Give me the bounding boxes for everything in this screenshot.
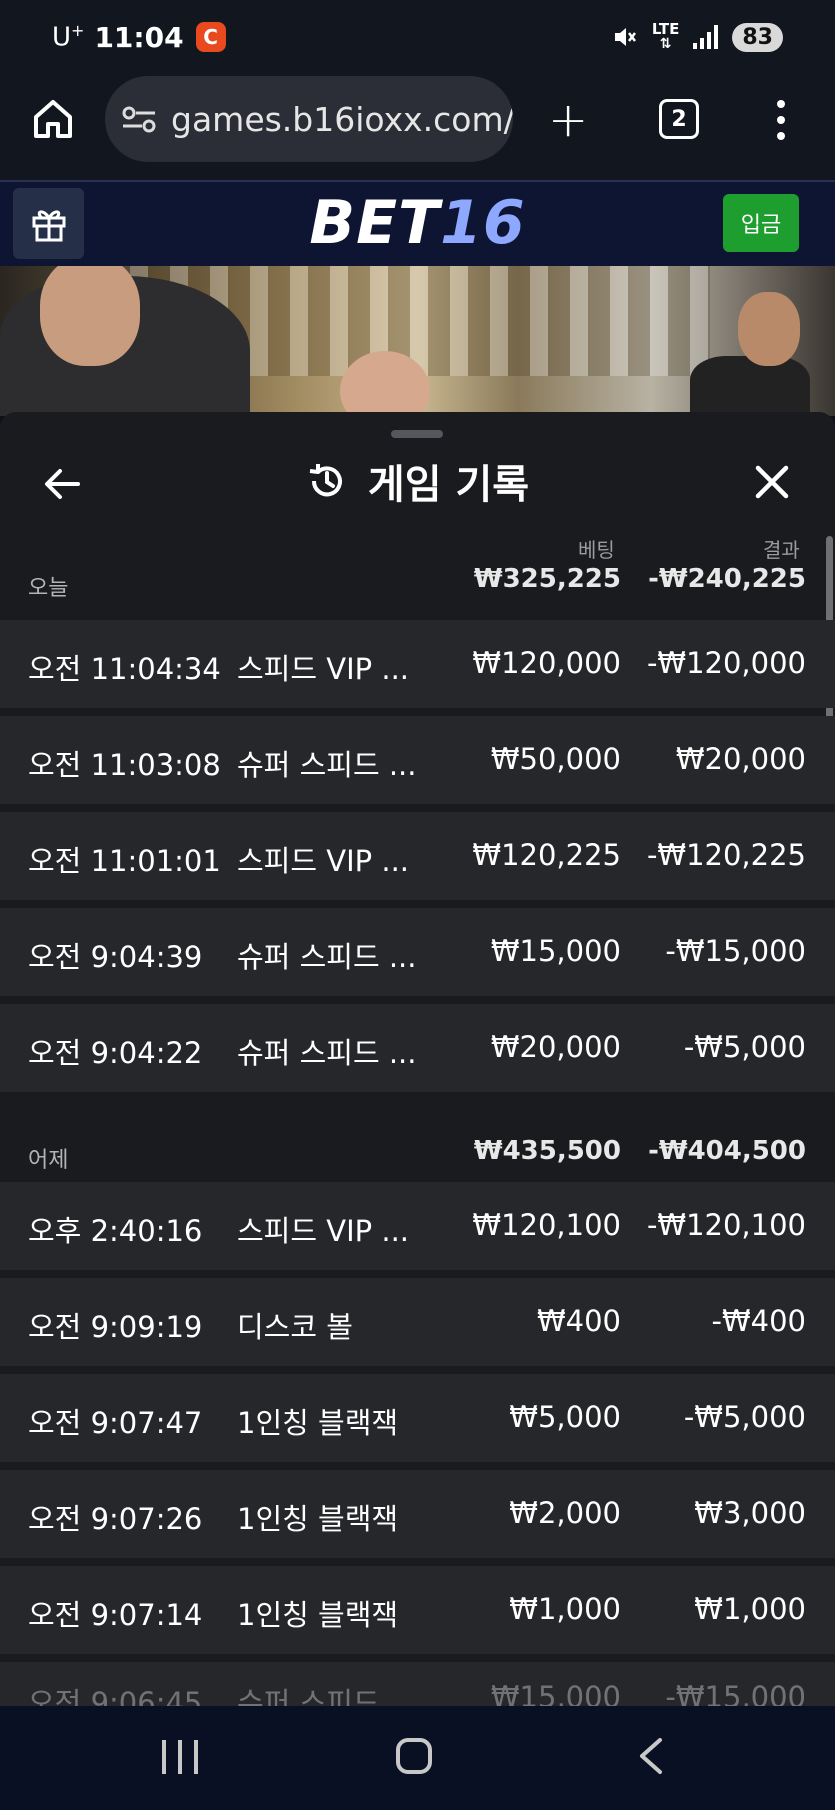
row-bet: ₩400: [536, 1304, 621, 1338]
close-icon[interactable]: [752, 462, 792, 502]
history-row[interactable]: 오전 9:04:22 슈퍼 스피드 ... ₩20,000 -₩5,000: [0, 1004, 835, 1092]
row-bet: ₩50,000: [490, 742, 621, 776]
app-notification-icon: C: [195, 22, 226, 52]
row-bet: ₩5,000: [509, 1400, 621, 1434]
section-label: 어제: [28, 1148, 69, 1173]
new-tab-icon[interactable]: +: [548, 96, 588, 144]
section-total-result: -₩240,225: [648, 564, 806, 594]
row-result: ₩1,000: [694, 1592, 806, 1626]
section-total-bet: ₩325,225: [473, 564, 621, 594]
row-game: 슈퍼 스피드 ...: [237, 940, 417, 974]
row-time: 오전 11:04:34: [28, 652, 221, 686]
row-time: 오전 9:04:39: [28, 940, 203, 974]
row-game: 스피드 VIP ...: [237, 844, 410, 878]
row-result: -₩120,100: [646, 1208, 806, 1242]
section-total-result: -₩404,500: [648, 1136, 806, 1166]
history-row[interactable]: 오전 11:03:08 슈퍼 스피드 ... ₩50,000 ₩20,000: [0, 716, 835, 804]
history-row[interactable]: 오전 9:07:47 1인칭 블랙잭 ₩5,000 -₩5,000: [0, 1374, 835, 1462]
row-time: 오전 9:07:26: [28, 1502, 203, 1536]
row-time: 오전 11:01:01: [28, 844, 221, 878]
row-time: 오전 9:07:47: [28, 1406, 203, 1440]
row-game: 스피드 VIP ...: [237, 1214, 410, 1248]
row-result: ₩20,000: [675, 742, 806, 776]
column-header-result: 결과: [763, 538, 800, 562]
back-icon[interactable]: [632, 1736, 672, 1776]
row-time: 오전 9:06:45: [28, 1686, 203, 1706]
game-history-panel: 게임 기록 베팅 결과 오늘 ₩325,225 -₩240,225 오전 11:…: [0, 412, 835, 1706]
row-bet: ₩2,000: [509, 1496, 621, 1530]
history-row-partial[interactable]: 오전 9:06:45 슈퍼 스피드 ₩15,000 -₩15,000: [0, 1662, 835, 1706]
signal-icon: [693, 25, 719, 49]
url-text: games.b16ioxx.com/: [171, 99, 513, 139]
row-bet: ₩20,000: [490, 1030, 621, 1064]
history-row[interactable]: 오전 11:04:34 스피드 VIP ... ₩120,000 -₩120,0…: [0, 620, 835, 708]
row-bet: ₩1,000: [509, 1592, 621, 1626]
row-game: 슈퍼 스피드 ...: [237, 748, 417, 782]
row-result: -₩15,000: [665, 1680, 806, 1706]
home-icon[interactable]: [30, 96, 76, 142]
row-game: 1인칭 블랙잭: [237, 1598, 399, 1632]
clock: 11:04: [94, 20, 184, 54]
row-game: 디스코 볼: [237, 1310, 353, 1344]
row-time: 오전 9:07:14: [28, 1598, 203, 1632]
more-menu-icon[interactable]: [775, 100, 787, 140]
row-result: -₩120,000: [646, 646, 806, 680]
site-logo[interactable]: BET16: [0, 188, 835, 258]
row-bet: ₩120,000: [472, 646, 621, 680]
drag-handle[interactable]: [391, 430, 443, 438]
system-nav-bar: [0, 1706, 835, 1810]
row-game: 1인칭 블랙잭: [237, 1502, 399, 1536]
tab-switcher-button[interactable]: 2: [659, 99, 699, 139]
row-bet: ₩120,225: [472, 838, 621, 872]
site-settings-icon[interactable]: [121, 104, 157, 134]
row-game: 1인칭 블랙잭: [237, 1406, 399, 1440]
row-result: ₩3,000: [694, 1496, 806, 1530]
history-row[interactable]: 오전 9:07:14 1인칭 블랙잭 ₩1,000 ₩1,000: [0, 1566, 835, 1654]
row-time: 오전 9:04:22: [28, 1036, 203, 1070]
panel-title: 게임 기록: [367, 462, 530, 508]
carrier-label: U+: [52, 21, 85, 53]
live-video-background: [0, 266, 835, 416]
row-time: 오전 9:09:19: [28, 1310, 203, 1344]
row-game: 슈퍼 스피드: [237, 1686, 380, 1706]
section-label: 오늘: [28, 576, 69, 601]
lte-icon: LTE ⇅: [651, 20, 680, 52]
column-header-bet: 베팅: [578, 538, 615, 562]
section-total-bet: ₩435,500: [473, 1136, 621, 1166]
row-game: 스피드 VIP ...: [237, 652, 410, 686]
history-row[interactable]: 오전 11:01:01 스피드 VIP ... ₩120,225 -₩120,2…: [0, 812, 835, 900]
history-row[interactable]: 오전 9:07:26 1인칭 블랙잭 ₩2,000 ₩3,000: [0, 1470, 835, 1558]
row-result: -₩120,225: [646, 838, 806, 872]
home-button-icon[interactable]: [396, 1738, 432, 1774]
screen: U+ 11:04 C LTE ⇅ 83 games.b16ioxx.com/ +…: [0, 0, 835, 1810]
history-row[interactable]: 오전 9:04:39 슈퍼 스피드 ... ₩15,000 -₩15,000: [0, 908, 835, 996]
mute-icon: [614, 28, 636, 46]
history-row[interactable]: 오전 9:09:19 디스코 볼 ₩400 -₩400: [0, 1278, 835, 1366]
address-bar[interactable]: games.b16ioxx.com/: [105, 76, 513, 162]
history-icon: [309, 464, 342, 497]
history-row[interactable]: 오후 2:40:16 스피드 VIP ... ₩120,100 -₩120,10…: [0, 1182, 835, 1270]
row-result: -₩400: [711, 1304, 807, 1338]
browser-toolbar: games.b16ioxx.com/ + 2: [0, 74, 835, 180]
section-header-yesterday: 어제 ₩435,500 -₩404,500: [0, 1134, 835, 1174]
row-bet: ₩15,000: [490, 1680, 621, 1706]
row-time: 오전 11:03:08: [28, 748, 221, 782]
recent-apps-icon[interactable]: [162, 1740, 198, 1774]
site-header: BET16 입금: [0, 180, 835, 266]
row-bet: ₩15,000: [490, 934, 621, 968]
row-result: -₩5,000: [683, 1030, 806, 1064]
status-bar: U+ 11:04 C LTE ⇅ 83: [0, 0, 835, 74]
battery-icon: 83: [732, 22, 783, 52]
row-time: 오후 2:40:16: [28, 1214, 203, 1248]
row-bet: ₩120,100: [472, 1208, 621, 1242]
row-result: -₩15,000: [665, 934, 806, 968]
row-result: -₩5,000: [683, 1400, 806, 1434]
section-header-today: 오늘 ₩325,225 -₩240,225: [0, 562, 835, 602]
deposit-button[interactable]: 입금: [723, 194, 799, 252]
row-game: 슈퍼 스피드 ...: [237, 1036, 417, 1070]
